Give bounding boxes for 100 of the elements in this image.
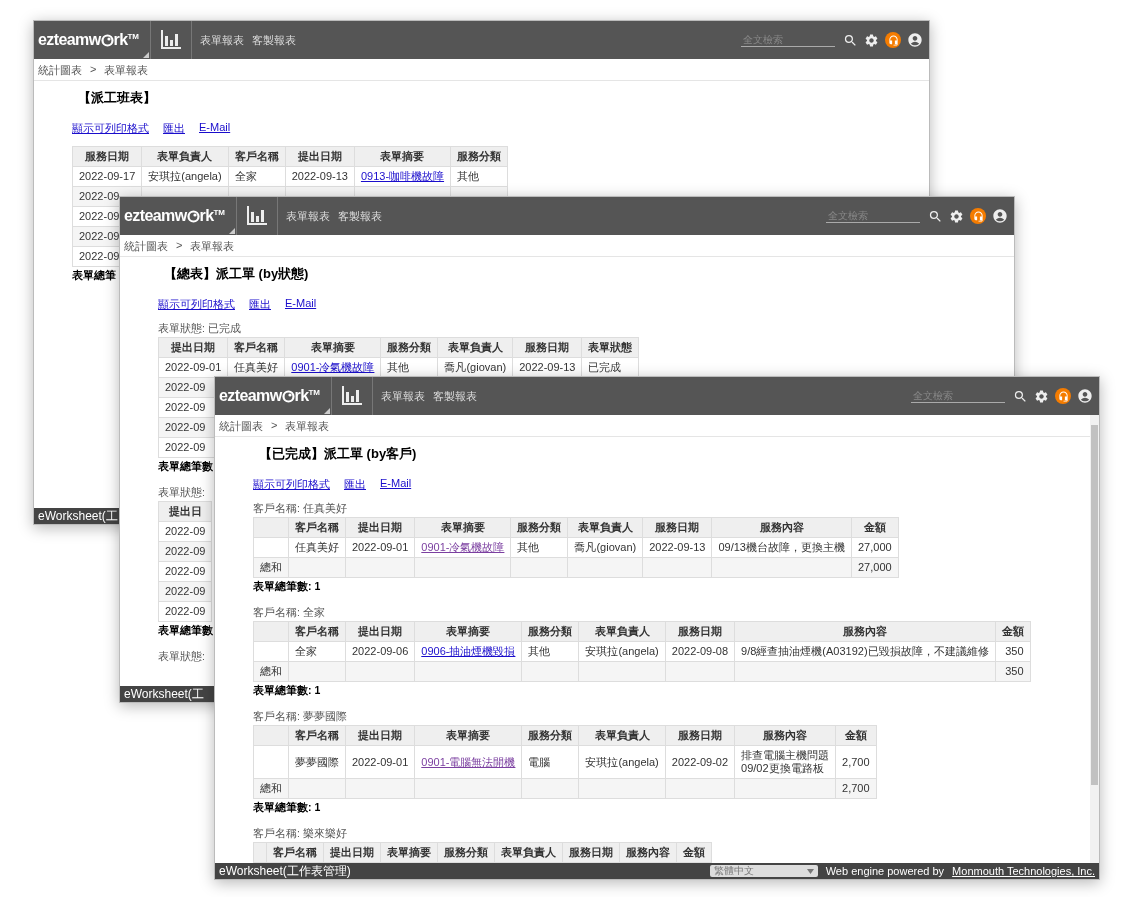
bar-chart-icon[interactable]	[246, 206, 268, 226]
breadcrumb-item[interactable]: >	[90, 63, 97, 76]
header-cell: 表單摘要	[414, 517, 511, 538]
action-link[interactable]: 匯出	[249, 297, 271, 312]
app-name: eWorksheet(工	[124, 685, 204, 702]
header-cell: 表單摘要	[354, 146, 451, 167]
nav-link[interactable]: 表單報表	[200, 32, 244, 48]
header-cell: 金額	[995, 621, 1031, 642]
header-cell: 提出日期	[323, 842, 381, 863]
form-link[interactable]: 0906-抽油煙機毀損	[421, 645, 516, 657]
record-count: 表單總筆數	[158, 624, 213, 638]
table-cell: 2022-09-01	[158, 357, 228, 378]
header-cell: 客戶名稱	[227, 337, 285, 358]
group-label: 表單狀態:	[158, 486, 205, 500]
headset-icon[interactable]	[970, 208, 986, 224]
user-icon[interactable]	[907, 32, 923, 48]
nav-link[interactable]: 客製報表	[433, 388, 477, 404]
settings-icon[interactable]	[1034, 388, 1049, 404]
bar-chart-icon[interactable]	[341, 386, 363, 406]
credit-link[interactable]: Monmouth Technologies, Inc.	[952, 865, 1095, 877]
form-link[interactable]: 0901-電腦無法開機	[421, 755, 516, 768]
table-cell	[253, 537, 289, 558]
record-count: 表單總筆數: 1	[253, 580, 321, 594]
action-link[interactable]: 匯出	[344, 477, 366, 492]
trademark: TM	[127, 32, 139, 41]
group-label: 表單狀態:	[158, 650, 205, 664]
header-cell: 表單摘要	[284, 337, 381, 358]
table-cell: 2022-09-17	[72, 166, 142, 187]
breadcrumb-item[interactable]: 表單報表	[285, 419, 330, 432]
search-icon[interactable]	[928, 208, 943, 224]
search-icon[interactable]	[843, 32, 858, 48]
header-cell: 服務內容	[619, 842, 677, 863]
breadcrumb-item[interactable]: >	[271, 419, 278, 432]
header-cell: 服務分類	[380, 337, 438, 358]
logo-text: rk	[113, 31, 128, 49]
header-cell: 表單負責人	[578, 621, 666, 642]
header-cell: 金額	[835, 725, 877, 746]
form-link[interactable]: 0901-冷氣機故障	[291, 361, 375, 373]
group-label: 客戶名稱: 夢夢國際	[253, 710, 347, 724]
header-cell: 提出日期	[345, 517, 415, 538]
logo-icon	[186, 209, 200, 223]
headset-icon[interactable]	[885, 32, 901, 48]
trademark: TM	[213, 208, 225, 217]
action-link[interactable]: E-Mail	[380, 477, 412, 492]
header-cell: 金額	[676, 842, 712, 863]
table-cell: 2022-09	[158, 561, 212, 582]
table-cell: 總和	[253, 778, 289, 799]
action-link[interactable]: 匯出	[163, 121, 185, 136]
header-cell: 服務日期	[562, 842, 620, 863]
breadcrumb-item[interactable]: 表單報表	[190, 239, 235, 252]
record-count: 表單總筆數: 1	[253, 684, 321, 698]
header-cell: 服務分類	[437, 842, 495, 863]
record-count: 表單總筆	[72, 269, 116, 283]
settings-icon[interactable]	[949, 208, 964, 224]
bar-chart-icon[interactable]	[160, 30, 182, 50]
action-link[interactable]: E-Mail	[199, 121, 231, 136]
table-cell: 2022-09-01	[345, 745, 415, 779]
scrollbar[interactable]	[1090, 415, 1099, 863]
settings-icon[interactable]	[864, 32, 879, 48]
table-cell: 排查電腦主機問題 09/02更換電路板	[734, 745, 836, 779]
header-cell: 提出日期	[345, 725, 415, 746]
table-cell: 2022-09	[158, 581, 212, 602]
logo-icon	[100, 33, 114, 47]
table-cell: 安琪拉(angela)	[578, 745, 666, 779]
breadcrumb-item[interactable]: >	[176, 239, 183, 252]
action-link[interactable]: 顯示可列印格式	[253, 477, 330, 492]
action-link[interactable]: 顯示可列印格式	[158, 297, 235, 312]
header-cell: 服務分類	[510, 517, 568, 538]
nav-link[interactable]: 客製報表	[252, 32, 296, 48]
logo-text: ezteamw	[38, 31, 101, 49]
action-link[interactable]: 顯示可列印格式	[72, 121, 149, 136]
nav-link[interactable]: 表單報表	[286, 208, 330, 224]
header-cell: 服務日期	[665, 725, 735, 746]
breadcrumb-item[interactable]: 表單報表	[104, 63, 149, 76]
header-cell: 服務日期	[72, 146, 142, 167]
form-link[interactable]: 0913-咖啡機故障	[360, 170, 445, 182]
user-icon[interactable]	[992, 208, 1008, 224]
table-cell: 電腦	[521, 745, 579, 779]
header-cell: 服務日期	[512, 337, 582, 358]
action-link[interactable]: E-Mail	[285, 297, 317, 312]
table-cell: 2022-09	[158, 541, 212, 562]
table-cell: 總和	[253, 557, 289, 578]
table-cell: 2022-09	[158, 521, 212, 542]
nav-link[interactable]: 客製報表	[338, 208, 382, 224]
nav-link[interactable]: 表單報表	[381, 388, 425, 404]
breadcrumb-item[interactable]: 統計圖表	[38, 63, 82, 76]
header-cell: 表單負責人	[494, 842, 563, 863]
header-cell: 服務分類	[450, 146, 508, 167]
headset-icon[interactable]	[1055, 388, 1071, 404]
language-select[interactable]: 繁體中文	[709, 865, 818, 877]
form-link[interactable]: 0901-冷氣機故障	[421, 541, 505, 553]
header-cell: 表單負責人	[437, 337, 513, 358]
search-icon[interactable]	[1013, 388, 1028, 404]
corner-icon	[143, 52, 149, 58]
logo-text: rk	[199, 207, 214, 225]
header-cell: 金額	[851, 517, 899, 538]
user-icon[interactable]	[1077, 388, 1093, 404]
report-title: 【總表】派工單 (by狀態)	[164, 265, 310, 283]
header-cell: 客戶名稱	[288, 725, 346, 746]
logo-icon	[281, 389, 295, 403]
